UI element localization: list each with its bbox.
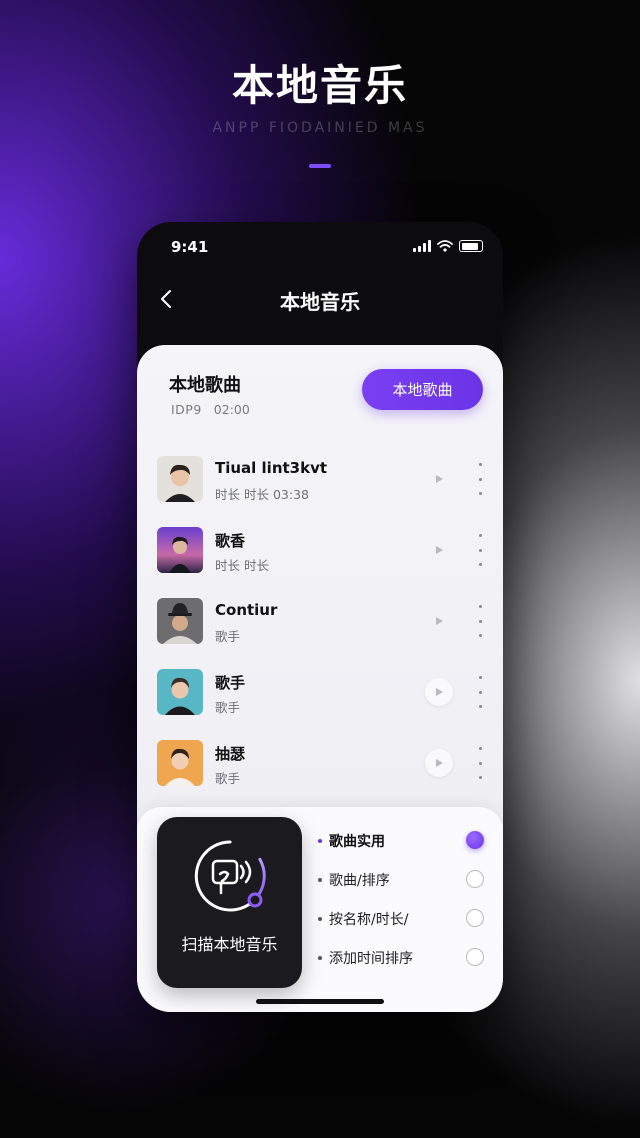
sort-option-label: 歌曲/排序 [329, 873, 390, 889]
more-button[interactable] [473, 605, 487, 637]
play-icon [436, 546, 443, 554]
sort-option[interactable]: 添加时间排序 [315, 941, 485, 980]
bullet-icon [318, 839, 322, 843]
song-subtitle: 歌手 [215, 700, 241, 715]
song-row[interactable]: Tiual lint3kvt 时长 时长 03:38 [157, 456, 497, 527]
sort-option-label: 歌曲实用 [329, 834, 385, 850]
hero-subtitle: ANPP FIODAINIED MAS [212, 120, 428, 136]
album-cover [157, 740, 203, 786]
more-button[interactable] [473, 676, 487, 708]
play-button[interactable] [425, 465, 453, 493]
sort-option[interactable]: 按名称/时长/ [315, 902, 485, 941]
play-button[interactable] [425, 749, 453, 777]
song-subtitle: 歌手 [215, 629, 241, 644]
section-meta: IDP9 02:00 [171, 402, 250, 417]
nav-title: 本地音乐 [280, 290, 360, 314]
status-icons [413, 240, 483, 252]
album-cover [157, 456, 203, 502]
radio-selected[interactable] [466, 831, 484, 849]
song-title: Tiual lint3kvt [215, 459, 328, 477]
song-list: Tiual lint3kvt 时长 时长 03:38 歌香 时长 时长 Cont… [157, 456, 497, 811]
radio-unselected[interactable] [466, 870, 484, 888]
scan-label: 扫描本地音乐 [181, 935, 278, 954]
signal-icon [413, 240, 431, 252]
bullet-icon [318, 917, 322, 921]
radio-unselected[interactable] [466, 909, 484, 927]
sort-option-label: 添加时间排序 [329, 951, 413, 967]
song-title: 歌手 [215, 674, 246, 692]
album-cover [157, 527, 203, 573]
song-title: Contiur [215, 601, 278, 619]
song-row[interactable]: 歌手 歌手 [157, 669, 497, 740]
home-indicator[interactable] [256, 999, 384, 1004]
status-time: 9:41 [171, 238, 209, 256]
song-row[interactable]: 歌香 时长 时长 [157, 527, 497, 598]
play-button[interactable] [425, 678, 453, 706]
phone-frame: 9:41 本地音乐 本地歌曲 IDP9 02:00 本地歌曲 Tiual lin… [137, 222, 503, 1012]
more-button[interactable] [473, 747, 487, 779]
play-icon [436, 617, 443, 625]
hero-divider [309, 164, 331, 168]
song-subtitle: 时长 时长 03:38 [215, 487, 309, 502]
sort-options: 歌曲实用 歌曲/排序 按名称/时长/ 添加时间排序 [315, 824, 485, 980]
battery-icon [459, 240, 483, 252]
nav-bar: 本地音乐 [137, 274, 503, 326]
sort-option[interactable]: 歌曲实用 [315, 824, 485, 863]
music-scan-icon [194, 840, 266, 912]
bullet-icon [318, 878, 322, 882]
meta-time: 02:00 [213, 402, 250, 417]
album-cover [157, 669, 203, 715]
play-button[interactable] [425, 607, 453, 635]
local-songs-button[interactable]: 本地歌曲 [362, 369, 483, 410]
status-bar: 9:41 [137, 222, 503, 274]
song-title: 歌香 [215, 532, 246, 550]
play-icon [436, 475, 443, 483]
meta-label: IDP9 [171, 402, 202, 417]
play-icon [436, 759, 443, 767]
song-row[interactable]: Contiur 歌手 [157, 598, 497, 669]
album-cover [157, 598, 203, 644]
song-subtitle: 时长 时长 [215, 558, 269, 573]
bullet-icon [318, 956, 322, 960]
wifi-icon [437, 240, 453, 252]
section-title: 本地歌曲 [169, 375, 241, 396]
sort-option-label: 按名称/时长/ [329, 912, 409, 928]
radio-unselected[interactable] [466, 948, 484, 966]
more-button[interactable] [473, 534, 487, 566]
song-row[interactable]: 抽瑟 歌手 [157, 740, 497, 811]
play-icon [436, 688, 443, 696]
hero-title: 本地音乐 [231, 61, 408, 110]
sort-option[interactable]: 歌曲/排序 [315, 863, 485, 902]
more-button[interactable] [473, 463, 487, 495]
song-subtitle: 歌手 [215, 771, 241, 786]
play-button[interactable] [425, 536, 453, 564]
song-title: 抽瑟 [215, 745, 246, 763]
scan-local-music-button[interactable]: 扫描本地音乐 [157, 817, 302, 988]
